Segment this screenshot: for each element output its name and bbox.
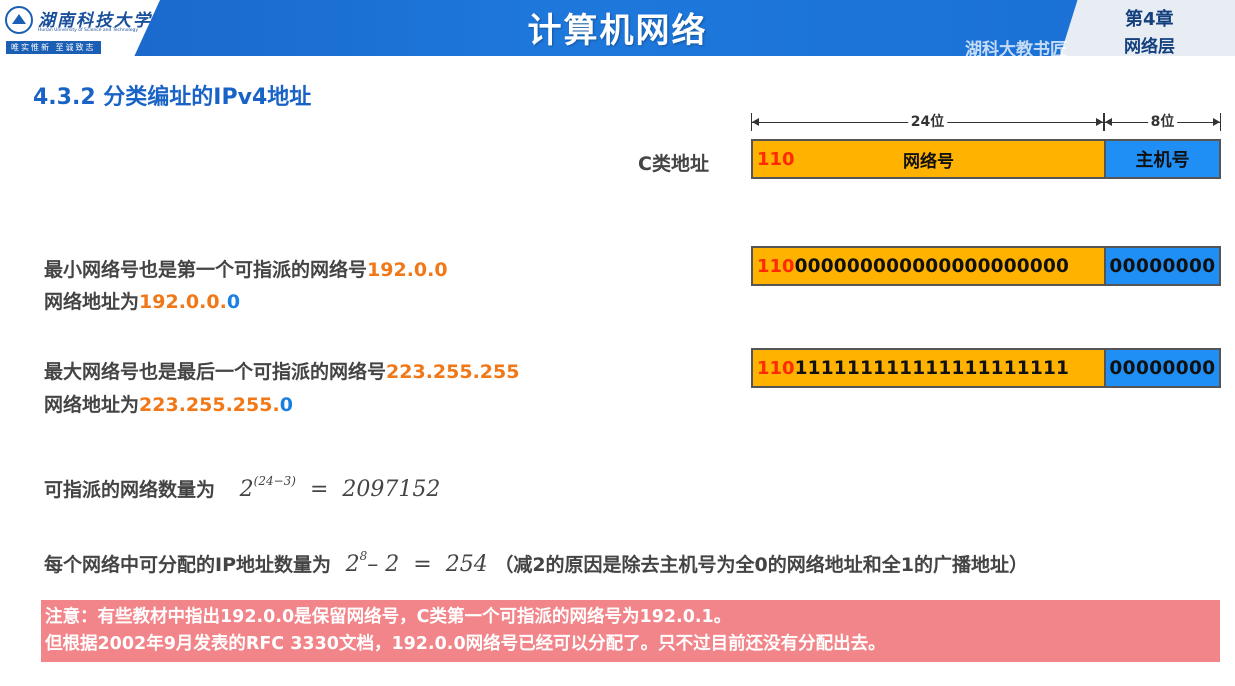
host-count-text: 每个网络中可分配的IP地址数量为 [44,554,331,576]
network-bits: 111111111111111111111 [794,357,1070,379]
formula-result: 2097152 [342,477,441,502]
watermark: 湖科大教书匠 [965,40,1067,60]
host-count-formula: 28– 2 = 254 [345,549,488,577]
ip-dot: . [178,394,186,416]
class-c-label: C类地址 [638,153,709,175]
ip-octet: 0 [413,259,428,281]
min-network-row: 最小网络号也是第一个可指派的网络号192.0.0 [44,255,448,282]
host-bits: 00000000 [1109,357,1216,379]
header-bar: 湖南科技大学 Hunan University of Science and T… [0,0,1235,60]
ip-dot: . [225,394,233,416]
formula-exponent: (24−3) [253,474,296,488]
ip-host-octet: 0 [226,291,241,313]
formula-result: 254 [445,552,488,577]
net-width-label: 24位 [907,113,948,131]
formula-equals: = [309,477,329,502]
network-segment: 110 111111111111111111111 [753,350,1106,386]
network-count-formula: 2(24−3) = 2097152 [239,474,441,502]
network-segment: 110 000000000000000000000 [753,248,1106,284]
host-bits: 00000000 [1109,255,1216,277]
max-network-row: 最大网络号也是最后一个可指派的网络号223.255.255 [44,357,519,384]
arrow-right-icon [1213,118,1220,126]
ip-octet: 0 [434,259,448,281]
network-bits: 000000000000000000000 [794,255,1070,277]
ip-dot: . [425,361,433,383]
chapter-name: 网络层 [1124,37,1175,57]
min-address-row: 网络地址为192.0.0.0 [44,287,240,314]
section-title: 4.3.2 分类编址的IPv4地址 [33,85,312,110]
min-address-text: 网络地址为 [44,291,140,313]
class-c-format-bar: 110 网络号 主机号 [751,139,1221,179]
min-network-text: 最小网络号也是第一个可指派的网络号 [44,259,368,281]
arrow-right-icon [1096,118,1103,126]
host-count-row: 每个网络中可分配的IP地址数量为 28– 2 = 254 （减2的原因是除去主机… [44,549,1028,577]
net-width-dimension: 24位 [751,113,1104,131]
max-network-text: 最大网络号也是最后一个可指派的网络号 [44,361,387,383]
ip-octet: 192 [367,259,407,281]
formula-equals: = [413,552,432,577]
ip-octet: 223 [139,394,179,416]
host-count-explanation: （减2的原因是除去主机号为全0的网络地址和全1的广播地址） [494,554,1028,576]
arrow-left-icon [752,118,759,126]
notice-box: 注意：有些教材中指出192.0.0是保留网络号，C类第一个可指派的网络号为192… [41,600,1220,662]
ip-octet: 0 [185,291,200,313]
notice-line-2: 但根据2002年9月发表的RFC 3330文档，192.0.0网络号已经可以分配… [45,634,886,654]
ip-octet: 192 [139,291,179,313]
ip-octet: 0 [206,291,220,313]
max-network-bits-bar: 110 111111111111111111111 00000000 [751,348,1221,388]
arrow-left-icon [1105,118,1112,126]
host-width-dimension: 8位 [1104,113,1221,131]
max-address-text: 网络地址为 [44,394,140,416]
ip-octet: 255 [432,361,473,383]
host-segment: 00000000 [1106,248,1219,284]
chapter-number: 第4章 [1125,9,1174,30]
min-network-bits-bar: 110 000000000000000000000 00000000 [751,246,1221,286]
formula-base: 2 [239,477,254,502]
ip-dot: . [178,291,186,313]
network-count-row: 可指派的网络数量为 2(24−3) = 2097152 [44,474,440,502]
ip-dot: . [406,259,414,281]
class-prefix: 110 [757,255,795,277]
host-segment: 00000000 [1106,350,1219,386]
ip-dot: . [272,394,280,416]
max-address-row: 网络地址为223.255.255.0 [44,390,293,417]
network-segment: 110 网络号 [753,141,1106,177]
ip-dot: . [219,291,227,313]
ip-host-octet: 0 [279,394,293,416]
ip-octet: 255 [232,394,273,416]
class-prefix: 110 [757,357,795,379]
formula-base: 2 [345,552,360,577]
network-label: 网络号 [903,151,954,172]
ip-dot: . [472,361,480,383]
network-count-text: 可指派的网络数量为 [44,479,216,501]
host-segment: 主机号 [1106,141,1219,177]
host-width-label: 8位 [1147,113,1178,131]
ip-octet: 223 [386,361,426,383]
notice-line-1: 注意：有些教材中指出192.0.0是保留网络号，C类第一个可指派的网络号为192… [45,607,732,627]
formula-minus: – 2 [367,552,400,577]
ip-octet: 255 [185,394,226,416]
ip-octet: 255 [479,361,520,383]
